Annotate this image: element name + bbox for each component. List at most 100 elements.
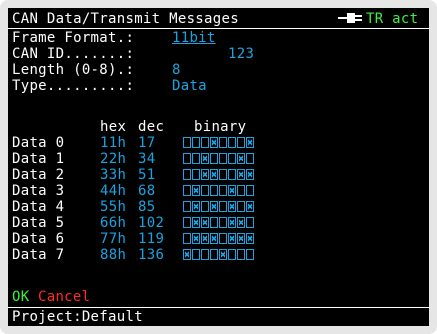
bit-2-clear[interactable]: [228, 169, 236, 180]
bit-3-clear[interactable]: [219, 169, 227, 180]
bit-3-clear[interactable]: [219, 217, 227, 228]
data-row-binary[interactable]: [183, 185, 254, 197]
bit-0-clear[interactable]: [246, 217, 254, 228]
data-row-dec[interactable]: 119: [138, 231, 164, 247]
data-row-dec[interactable]: 51: [138, 167, 155, 183]
data-row-binary[interactable]: [183, 201, 254, 213]
bit-0-set[interactable]: [246, 137, 254, 148]
bit-3-clear[interactable]: [219, 153, 227, 164]
bit-0-set[interactable]: [246, 201, 254, 212]
bit-1-clear[interactable]: [237, 137, 245, 148]
can-id-value[interactable]: 123: [228, 46, 254, 62]
bit-3-clear[interactable]: [219, 233, 227, 244]
data-row-hex[interactable]: 33h: [100, 167, 126, 183]
bit-4-clear[interactable]: [210, 153, 218, 164]
lcd-screen: CAN Data/Transmit Messages TR act Frame …: [8, 8, 429, 326]
bit-2-set[interactable]: [228, 185, 236, 196]
type-value[interactable]: Data: [172, 78, 207, 94]
bit-3-clear[interactable]: [219, 201, 227, 212]
bit-3-set[interactable]: [219, 249, 227, 260]
data-row-dec[interactable]: 136: [138, 247, 164, 263]
bit-4-set[interactable]: [210, 137, 218, 148]
bit-5-set[interactable]: [201, 217, 209, 228]
frame-format-label: Frame Format.:: [12, 30, 135, 46]
data-row-dec[interactable]: 85: [138, 199, 155, 215]
bit-5-set[interactable]: [201, 169, 209, 180]
bit-1-set[interactable]: [237, 233, 245, 244]
data-row-binary[interactable]: [183, 233, 254, 245]
bit-7-clear[interactable]: [183, 217, 191, 228]
data-row-hex[interactable]: 66h: [100, 215, 126, 231]
data-row-binary[interactable]: [183, 169, 254, 181]
bit-0-set[interactable]: [246, 233, 254, 244]
bit-0-clear[interactable]: [246, 153, 254, 164]
data-row-hex[interactable]: 77h: [100, 231, 126, 247]
cancel-button[interactable]: Cancel: [38, 289, 90, 305]
bit-2-set[interactable]: [228, 217, 236, 228]
bit-1-set[interactable]: [237, 169, 245, 180]
bit-1-clear[interactable]: [237, 249, 245, 260]
bit-5-clear[interactable]: [201, 185, 209, 196]
bit-0-clear[interactable]: [246, 249, 254, 260]
data-row-dec[interactable]: 17: [138, 135, 155, 151]
bit-6-clear[interactable]: [192, 137, 200, 148]
bit-5-set[interactable]: [201, 233, 209, 244]
data-row-binary[interactable]: [183, 153, 254, 165]
data-row-hex[interactable]: 44h: [100, 183, 126, 199]
bit-4-clear[interactable]: [210, 217, 218, 228]
bit-3-clear[interactable]: [219, 137, 227, 148]
data-row-dec[interactable]: 34: [138, 151, 155, 167]
binary-column-header: binary: [194, 119, 247, 135]
bit-4-set[interactable]: [210, 201, 218, 212]
bit-0-set[interactable]: [246, 169, 254, 180]
data-row-binary[interactable]: [183, 137, 254, 149]
bit-7-clear[interactable]: [183, 169, 191, 180]
bit-7-clear[interactable]: [183, 233, 191, 244]
bit-2-clear[interactable]: [228, 153, 236, 164]
bit-4-set[interactable]: [210, 169, 218, 180]
bit-7-clear[interactable]: [183, 201, 191, 212]
bit-4-clear[interactable]: [210, 249, 218, 260]
data-row-dec[interactable]: 68: [138, 183, 155, 199]
bit-1-set[interactable]: [237, 217, 245, 228]
bit-6-set[interactable]: [192, 201, 200, 212]
data-row-hex[interactable]: 55h: [100, 199, 126, 215]
bit-3-clear[interactable]: [219, 185, 227, 196]
bit-7-clear[interactable]: [183, 185, 191, 196]
bit-4-clear[interactable]: [210, 185, 218, 196]
data-row-hex[interactable]: 11h: [100, 135, 126, 151]
dec-column-header: dec: [138, 119, 165, 135]
bit-1-set[interactable]: [237, 153, 245, 164]
data-row-label: Data 7: [12, 247, 65, 263]
bit-2-set[interactable]: [228, 233, 236, 244]
data-row-hex[interactable]: 88h: [100, 247, 126, 263]
data-row-hex[interactable]: 22h: [100, 151, 126, 167]
bit-2-clear[interactable]: [228, 137, 236, 148]
data-row-label: Data 3: [12, 183, 65, 199]
bit-6-clear[interactable]: [192, 169, 200, 180]
bit-2-clear[interactable]: [228, 249, 236, 260]
data-row-binary[interactable]: [183, 249, 254, 261]
frame-format-value[interactable]: 11bit: [172, 30, 216, 46]
bit-5-clear[interactable]: [201, 201, 209, 212]
bit-7-set[interactable]: [183, 249, 191, 260]
bit-6-clear[interactable]: [192, 249, 200, 260]
bit-7-clear[interactable]: [183, 153, 191, 164]
data-row-binary[interactable]: [183, 217, 254, 229]
bit-1-clear[interactable]: [237, 185, 245, 196]
bit-6-set[interactable]: [192, 217, 200, 228]
bit-5-set[interactable]: [201, 153, 209, 164]
bit-5-clear[interactable]: [201, 249, 209, 260]
bit-5-clear[interactable]: [201, 137, 209, 148]
length-value[interactable]: 8: [172, 62, 181, 78]
bit-0-clear[interactable]: [246, 185, 254, 196]
ok-button[interactable]: OK: [12, 289, 29, 305]
bit-6-set[interactable]: [192, 185, 200, 196]
bit-6-set[interactable]: [192, 233, 200, 244]
bit-2-set[interactable]: [228, 201, 236, 212]
bit-1-clear[interactable]: [237, 201, 245, 212]
bit-4-set[interactable]: [210, 233, 218, 244]
bit-6-clear[interactable]: [192, 153, 200, 164]
data-row-dec[interactable]: 102: [138, 215, 164, 231]
bit-7-clear[interactable]: [183, 137, 191, 148]
